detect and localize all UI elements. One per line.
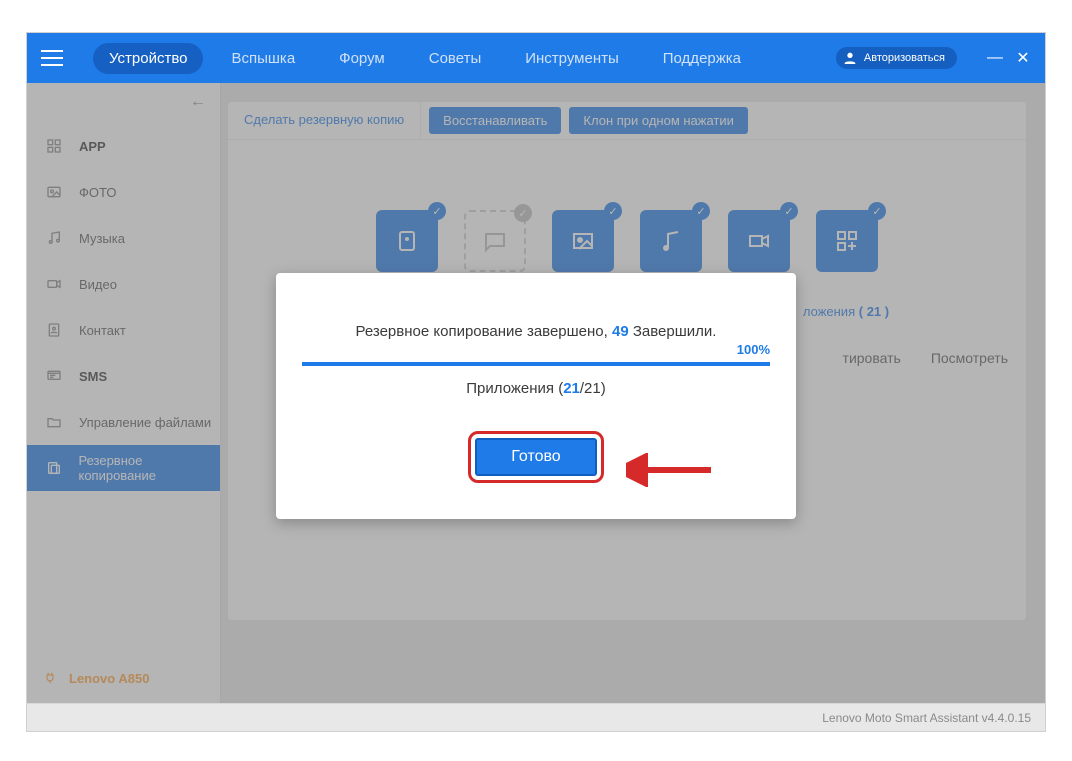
check-icon: ✓ [428,202,446,220]
music-icon [43,229,65,247]
sidebar-item-app[interactable]: APP [27,123,220,169]
sidebar-item-label: Музыка [79,231,125,246]
tab-clone[interactable]: Клон при одном нажатии [569,107,747,134]
apps-tile-icon [834,228,860,254]
tab-backup[interactable]: Сделать резервную копию [228,102,421,139]
action-link-1[interactable]: тировать [843,350,901,366]
check-icon: ✓ [604,202,622,220]
nav-forum[interactable]: Форум [323,43,401,74]
nav-device[interactable]: Устройство [93,43,203,74]
grid-icon [43,137,65,155]
photo-icon [43,183,65,201]
done-button[interactable]: Готово [475,438,596,476]
check-icon: ✓ [780,202,798,220]
user-icon [842,50,858,66]
progress-bar [302,362,770,366]
tabs: Сделать резервную копию Восстанавливать … [228,102,1026,140]
tile-music[interactable]: ✓ [640,210,702,272]
contact-icon [43,321,65,339]
login-button[interactable]: Авторизоваться [836,47,957,69]
nav-support[interactable]: Поддержка [647,43,757,74]
sidebar-item-music[interactable]: Музыка [27,215,220,261]
sidebar-item-label: ФОТО [79,185,116,200]
version-text: Lenovo Moto Smart Assistant v4.4.0.15 [822,711,1031,725]
plug-icon [43,669,57,687]
done-highlight: Готово [468,431,603,483]
video-icon [43,275,65,293]
header-bar: Устройство Вспышка Форум Советы Инструме… [27,33,1045,83]
check-icon: ✓ [514,204,532,222]
sms-icon [43,367,65,385]
modal-message: Резервное копирование завершено, 49 Заве… [302,323,770,340]
check-icon: ✓ [692,202,710,220]
sidebar-item-label: Управление файлами [79,415,211,430]
menu-icon[interactable] [41,50,63,66]
tile-photo[interactable]: ✓ [552,210,614,272]
nav-flash[interactable]: Вспышка [215,43,311,74]
check-icon: ✓ [868,202,886,220]
actions-row: тировать Посмотреть [843,350,1008,366]
sidebar-item-files[interactable]: Управление файлами [27,399,220,445]
nav-tools[interactable]: Инструменты [509,43,635,74]
progress-percent: 100% [737,342,770,357]
sidebar-item-label: Видео [79,277,117,292]
device-name: Lenovo A850 [69,671,149,686]
sidebar-item-label: SMS [79,369,107,384]
status-bar: Lenovo Moto Smart Assistant v4.4.0.15 [27,703,1045,731]
tile-sms[interactable]: ✓ [464,210,526,272]
sidebar-item-contact[interactable]: Контакт [27,307,220,353]
sidebar-item-label: APP [79,139,106,154]
music-tile-icon [658,228,684,254]
sidebar-item-label: Резервное копирование [78,453,220,483]
tile-apps[interactable]: ✓ ложения ( 21 ) [816,210,878,272]
tile-apps-label: ложения ( 21 ) [776,304,916,319]
contacts-tile-icon [394,228,420,254]
backup-complete-modal: Резервное копирование завершено, 49 Заве… [276,273,796,519]
modal-subtext: Приложения (21/21) [302,380,770,397]
window-controls: — ✕ [975,50,1031,66]
photo-tile-icon [570,228,596,254]
login-label: Авторизоваться [864,52,945,64]
tile-video[interactable]: ✓ [728,210,790,272]
tab-restore[interactable]: Восстанавливать [429,107,561,134]
folder-icon [43,413,65,431]
video-tile-icon [746,228,772,254]
sidebar-item-sms[interactable]: SMS [27,353,220,399]
back-icon[interactable]: ← [190,93,206,111]
tile-row: ✓ ✓ ✓ ✓ ✓ [228,210,1026,272]
sidebar-item-backup[interactable]: Резервное копирование [27,445,220,491]
sidebar-item-photo[interactable]: ФОТО [27,169,220,215]
sidebar-item-video[interactable]: Видео [27,261,220,307]
nav-tips[interactable]: Советы [413,43,497,74]
device-footer: Lenovo A850 [27,653,220,703]
close-button[interactable]: ✕ [1015,50,1031,66]
progress-bar-wrap: 100% [302,362,770,366]
action-link-view[interactable]: Посмотреть [931,350,1008,366]
sidebar-item-label: Контакт [79,323,126,338]
sidebar: ← APP ФОТО Музыка Видео [27,83,221,703]
app-window: Устройство Вспышка Форум Советы Инструме… [26,32,1046,732]
backup-icon [43,459,64,477]
minimize-button[interactable]: — [987,50,1003,66]
sidebar-list: APP ФОТО Музыка Видео Контакт [27,83,220,491]
sms-tile-icon [482,228,508,254]
tile-contacts[interactable]: ✓ [376,210,438,272]
